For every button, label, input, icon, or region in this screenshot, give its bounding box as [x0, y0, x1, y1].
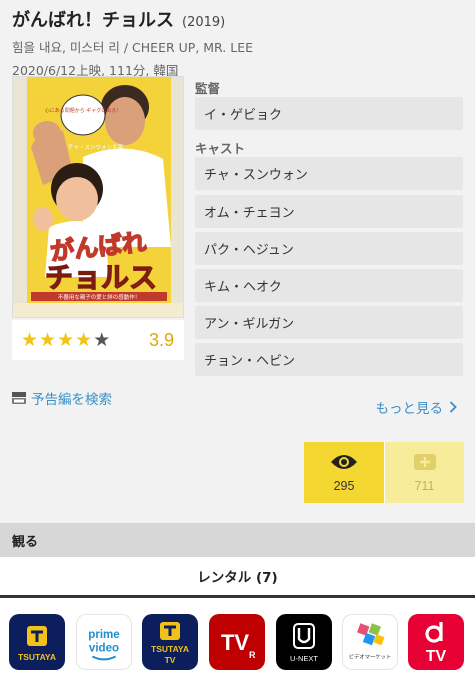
want-count: 711: [414, 478, 435, 493]
tsutaya-tv-logo-text2: TV: [165, 655, 176, 665]
more-cast-label: もっと見る: [375, 401, 444, 417]
prime-logo-line1: prime: [88, 629, 120, 641]
service-u-next[interactable]: U-NEXT: [276, 614, 332, 670]
rental-tab-label: レンタル (7): [197, 570, 278, 586]
dtv-logo-icon: TV: [425, 622, 447, 665]
director-item[interactable]: イ・ゲビョク: [195, 97, 463, 130]
watched-count: 295: [333, 478, 355, 493]
tsutaya-tv-logo-icon: TSUTAYA TV: [151, 622, 189, 665]
chevron-right-icon: [449, 401, 457, 413]
movie-poster[interactable]: 心にある問題から ギャグに出る！ チャ・スンウォン主演 がんばれ チョルス 不器…: [12, 76, 184, 318]
movie-alt-titles: 힘을 내요, 미스터 리 / CHEER UP, MR. LEE: [12, 40, 253, 55]
svg-text:R: R: [249, 650, 256, 660]
movie-header: がんばれ！チョルス (2019) 힘을 내요, 미스터 리 / CHEER UP…: [12, 6, 467, 79]
service-tsutaya-tv[interactable]: TSUTAYA TV: [142, 614, 198, 670]
poster-tagline: 不器用な親子の愛と絆の感動作！: [58, 293, 141, 301]
eye-icon: [331, 454, 357, 469]
cast-item[interactable]: アン・ギルガン: [195, 306, 463, 339]
service-rakuten-tv[interactable]: TV R: [209, 614, 265, 670]
tab-rental[interactable]: レンタル (7): [0, 557, 475, 598]
video-market-logo-icon: ビデオマーケット: [349, 623, 391, 660]
video-market-logo-text: ビデオマーケット: [349, 652, 391, 660]
service-video-market[interactable]: ビデオマーケット: [342, 614, 398, 670]
mark-buttons: 295 711: [304, 442, 464, 503]
poster-title-line2: チョルス: [45, 261, 157, 294]
cast-label: キャスト: [195, 141, 246, 156]
prime-logo-line2: video: [89, 643, 119, 655]
cast-item[interactable]: キム・ヘオク: [195, 269, 463, 302]
star-icon: ★: [21, 328, 39, 351]
trailer-search-link[interactable]: 予告編を検索: [12, 388, 112, 408]
watch-section-title: 観る: [12, 534, 39, 550]
service-prime-video[interactable]: prime video: [76, 614, 132, 670]
rakuten-logo-text: TV: [221, 630, 249, 655]
star-icon: ★: [75, 328, 93, 351]
cast-item[interactable]: チャ・スンウォン: [195, 157, 463, 190]
poster-bubble-text: 心にある問題から ギャグに出る！: [45, 107, 122, 114]
tsutaya-logo-text: TSUTAYA: [18, 652, 56, 662]
more-cast-link[interactable]: もっと見る: [376, 397, 458, 417]
star-icon: ★: [39, 328, 57, 351]
u-next-logo-icon: U-NEXT: [290, 623, 318, 663]
star-icon: ★: [57, 328, 75, 351]
poster-image: 心にある問題から ギャグに出る！ チャ・スンウォン主演 がんばれ チョルス 不器…: [13, 77, 183, 317]
star-icon: ★: [93, 328, 111, 351]
director-label: 監督: [195, 81, 221, 96]
cast-item[interactable]: パク・ヘジュン: [195, 232, 463, 265]
dtv-logo-text: TV: [426, 648, 447, 665]
trailer-search-label: 予告編を検索: [31, 392, 112, 408]
rating-score: 3.9: [148, 329, 174, 350]
poster-top-text: チャ・スンウォン主演: [68, 143, 123, 151]
movie-year: (2019): [182, 15, 226, 30]
youtube-icon: [12, 392, 26, 404]
prime-video-logo-icon: prime video: [88, 629, 120, 661]
watch-section-header: 観る: [0, 523, 475, 557]
service-list: TSUTAYA prime video TSUTAYA TV TV R U-NE…: [0, 598, 475, 680]
rating-box: ★ ★ ★ ★ ★ 3.9: [12, 320, 184, 360]
rakuten-tv-logo-icon: TV R: [221, 630, 256, 660]
clip-add-icon: [413, 453, 436, 470]
movie-title: がんばれ！チョルス: [12, 10, 174, 31]
cast-item[interactable]: オム・チェヨン: [195, 195, 463, 228]
watched-button[interactable]: 295: [304, 442, 384, 503]
rating-stars: ★ ★ ★ ★ ★: [21, 328, 111, 351]
service-tsutaya[interactable]: TSUTAYA: [9, 614, 65, 670]
service-dtv[interactable]: TV: [408, 614, 464, 670]
tsutaya-logo-icon: TSUTAYA: [18, 626, 56, 662]
tsutaya-tv-logo-text: TSUTAYA: [151, 644, 189, 654]
u-next-logo-text: U-NEXT: [290, 654, 318, 663]
want-to-watch-button[interactable]: 711: [384, 442, 464, 503]
cast-item[interactable]: チョン・ヘビン: [195, 343, 463, 376]
